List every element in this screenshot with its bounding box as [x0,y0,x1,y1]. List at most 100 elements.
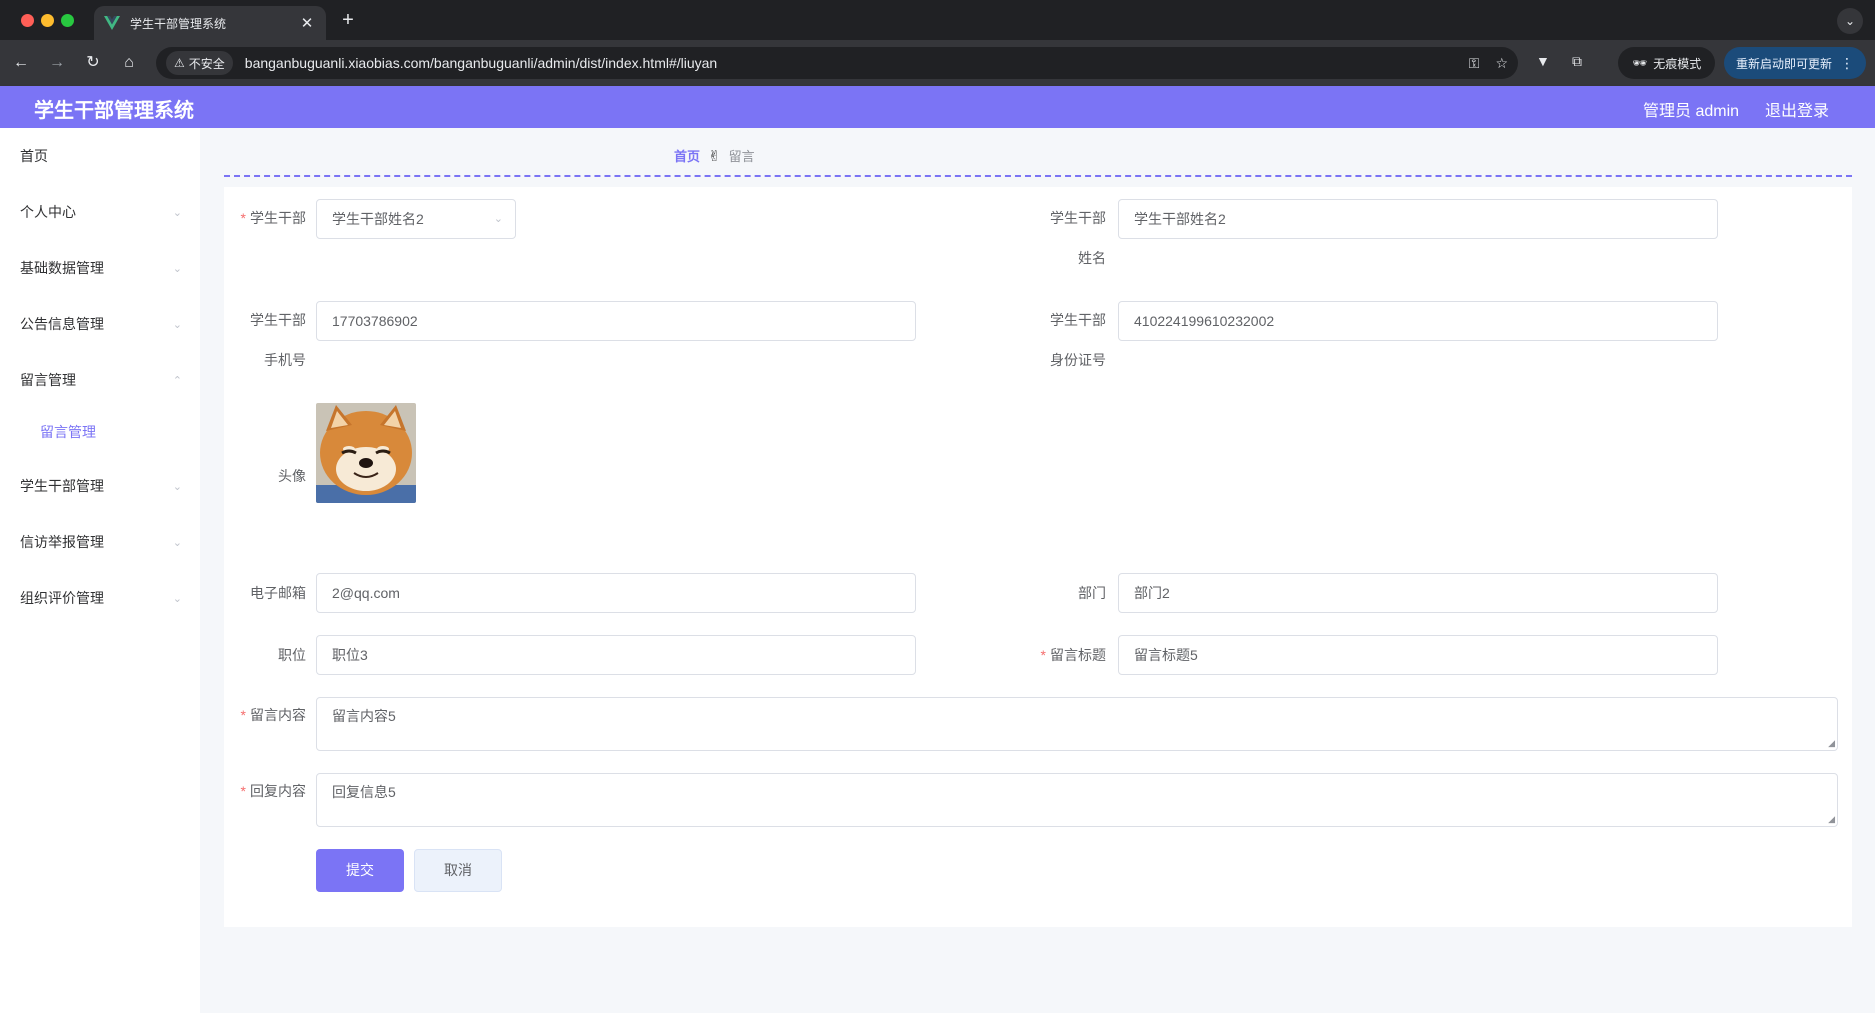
browser-tab[interactable]: 学生干部管理系统 ✕ [94,6,326,40]
home-icon[interactable]: ⌂ [118,52,140,74]
sidebar-item-announcements[interactable]: 公告信息管理 ⌄ [20,314,182,334]
sidebar-item-label: 学生干部管理 [20,478,104,494]
shiba-dog-image [316,403,416,503]
sidebar-item-messages[interactable]: 留言管理 ⌃ [20,370,182,390]
breadcrumb-home[interactable]: 首页 [674,146,700,165]
message-title-label: * 留言标题 [1040,647,1106,663]
vue-logo-icon [104,15,120,31]
resize-handle-icon[interactable]: ◢ [1828,738,1835,749]
sidebar-item-cadres[interactable]: 学生干部管理 ⌄ [20,476,182,496]
security-chip[interactable]: ⚠ 不安全 [166,51,233,75]
sidebar-item-profile[interactable]: 个人中心 ⌄ [20,202,182,222]
id-card-value: 410224199610232002 [1134,313,1275,329]
position-value: 职位3 [332,647,368,663]
phone-label-line2: 手机号 [264,352,306,368]
more-vert-icon: ⋮ [1840,54,1855,71]
close-window-button[interactable] [21,14,34,27]
chevron-down-icon: ⌄ [172,206,182,219]
reply-content-value: 回复信息5 [332,784,396,800]
incognito-chip[interactable]: 🕶 无痕模式 [1618,47,1716,79]
tab-search-icon[interactable]: ⌄ [1837,8,1863,34]
avatar[interactable] [316,403,416,503]
incognito-icon: 🕶 [1632,56,1648,70]
warning-icon: ⚠ [174,56,185,70]
forward-arrow-icon[interactable]: → [46,52,68,74]
id-card-field[interactable]: 410224199610232002 [1118,301,1718,341]
tab-title: 学生干部管理系统 [130,16,227,31]
resize-handle-icon[interactable]: ◢ [1828,814,1835,825]
maximize-window-button[interactable] [61,14,74,27]
message-content-label: * 留言内容 [240,707,306,723]
cadre-name-label-line2: 姓名 [1078,250,1106,266]
chevron-down-icon: ⌄ [172,592,182,605]
chevron-down-icon: ⌄ [172,536,182,549]
app-header: 学生干部管理系统 管理员 admin 退出登录 [0,86,1875,128]
submit-button[interactable]: 提交 [316,849,404,892]
back-arrow-icon[interactable]: ← [10,52,32,74]
cadre-name-value: 学生干部姓名2 [1134,211,1226,227]
sidebar-item-label: 组织评价管理 [20,590,104,606]
required-mark: * [240,707,246,723]
url-text[interactable]: banganbuguanli.xiaobias.com/banganbuguan… [245,55,1453,71]
browser-tab-strip: 学生干部管理系统 ✕ + ⌄ [0,0,1875,40]
cadre-select[interactable]: 学生干部姓名2 ⌄ [316,199,516,239]
reply-content-textarea[interactable]: 回复信息5 ◢ [316,773,1838,827]
cadre-select-value: 学生干部姓名2 [332,211,424,227]
department-field[interactable]: 部门2 [1118,573,1718,613]
chevron-up-icon: ⌃ [172,374,182,387]
sidebar-item-label: 公告信息管理 [20,316,104,332]
security-label: 不安全 [188,56,225,71]
reload-icon[interactable]: ↻ [82,52,104,74]
required-mark: * [240,783,246,799]
logout-button[interactable]: 退出登录 [1765,97,1829,121]
required-mark: * [240,210,246,226]
cancel-button[interactable]: 取消 [414,849,502,892]
incognito-label: 无痕模式 [1653,56,1702,71]
required-mark: * [1040,647,1046,663]
email-label: 电子邮箱 [250,585,306,601]
chevron-down-icon: ⌄ [493,213,503,225]
avatar-label: 头像 [278,468,306,484]
cadre-name-label-line1: 学生干部 [1050,210,1106,226]
cadre-name-field[interactable]: 学生干部姓名2 [1118,199,1718,239]
browser-toolbar: ← → ↻ ⌂ ⚠ 不安全 banganbuguanli.xiaobias.co… [0,40,1875,86]
chevron-down-icon: ⌄ [172,262,182,275]
sidebar-item-label: 首页 [20,148,48,164]
key-icon[interactable]: ⚿ [1469,55,1480,72]
sidebar-item-label: 个人中心 [20,204,76,220]
sidebar-item-petitions[interactable]: 信访举报管理 ⌄ [20,532,182,552]
cadre-select-label: * 学生干部 [240,210,306,226]
department-label: 部门 [1078,585,1106,601]
victory-hand-icon: ✌ [708,147,721,165]
id-card-label-line2: 身份证号 [1050,352,1106,368]
message-content-value: 留言内容5 [332,708,396,724]
tab-close-icon[interactable]: ✕ [298,14,316,32]
minimize-window-button[interactable] [41,14,54,27]
position-field[interactable]: 职位3 [316,635,916,675]
new-tab-button[interactable]: + [336,8,360,32]
phone-field[interactable]: 17703786902 [316,301,916,341]
admin-label: 管理员 admin [1643,103,1740,120]
extensions-puzzle-icon[interactable]: ⧉ [1572,53,1582,70]
chevron-down-icon: ⌄ [172,480,182,493]
email-value: 2@qq.com [332,585,400,601]
sidebar-subitem-messages[interactable]: 留言管理 [40,422,96,442]
address-bar[interactable]: ⚠ 不安全 banganbuguanli.xiaobias.com/bangan… [156,47,1518,79]
update-button[interactable]: 重新启动即可更新 ⋮ [1724,47,1867,79]
message-title-value: 留言标题5 [1134,647,1198,663]
breadcrumb: 首页 ✌ 留言 [674,146,755,165]
sidebar-item-home[interactable]: 首页 [20,146,182,166]
bookmark-star-icon[interactable]: ☆ [1495,55,1508,72]
sidebar-item-label: 留言管理 [20,372,76,388]
breadcrumb-current: 留言 [728,149,755,164]
app-title: 学生干部管理系统 [34,100,194,122]
sidebar-item-label: 信访举报管理 [20,534,104,550]
department-value: 部门2 [1134,585,1170,601]
vue-devtools-icon[interactable]: ▼ [1536,53,1550,69]
sidebar-item-evaluations[interactable]: 组织评价管理 ⌄ [20,588,182,608]
message-content-textarea[interactable]: 留言内容5 ◢ [316,697,1838,751]
email-field[interactable]: 2@qq.com [316,573,916,613]
update-label: 重新启动即可更新 [1736,56,1833,71]
message-title-field[interactable]: 留言标题5 [1118,635,1718,675]
sidebar-item-basic-data[interactable]: 基础数据管理 ⌄ [20,258,182,278]
